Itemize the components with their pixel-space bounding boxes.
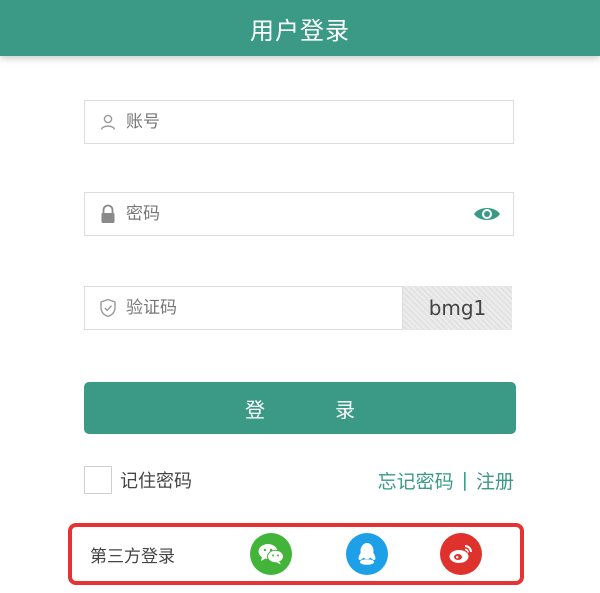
forgot-password-link[interactable]: 忘记密码 <box>378 467 454 494</box>
account-field <box>84 100 514 144</box>
wechat-icon[interactable] <box>250 533 292 575</box>
remember-label: 记住密码 <box>120 471 192 492</box>
shield-icon <box>94 298 122 318</box>
remember-checkbox[interactable] <box>84 466 112 494</box>
qq-icon[interactable] <box>346 533 388 575</box>
captcha-text: bmg1 <box>428 296 487 320</box>
captcha-input[interactable] <box>122 288 402 328</box>
password-field <box>84 192 514 236</box>
password-input[interactable] <box>122 194 467 234</box>
remember-password: 记住密码 <box>84 466 192 494</box>
weibo-icon[interactable] <box>440 533 482 575</box>
register-link[interactable]: 注册 <box>476 467 514 494</box>
captcha-field: bmg1 <box>84 286 512 330</box>
link-separator: | <box>461 469 468 491</box>
page-title: 用户登录 <box>250 16 350 45</box>
login-button[interactable]: 登录 <box>84 382 516 434</box>
third-party-label: 第三方登录 <box>90 546 175 567</box>
header-bar: 用户登录 <box>0 0 600 56</box>
lock-icon <box>94 204 122 224</box>
eye-icon[interactable] <box>467 194 507 234</box>
account-links: 忘记密码 | 注册 <box>378 466 514 494</box>
login-button-label: 登录 <box>245 397 425 422</box>
login-page: 用户登录 账号 验证码 bmg1 登录 记住密码 忘记密码 | 注册 第三方登录 <box>0 0 600 593</box>
captcha-image[interactable]: bmg1 <box>402 286 512 330</box>
third-party-login: 第三方登录 <box>68 523 524 585</box>
account-input[interactable] <box>122 102 513 142</box>
user-icon <box>94 113 122 131</box>
